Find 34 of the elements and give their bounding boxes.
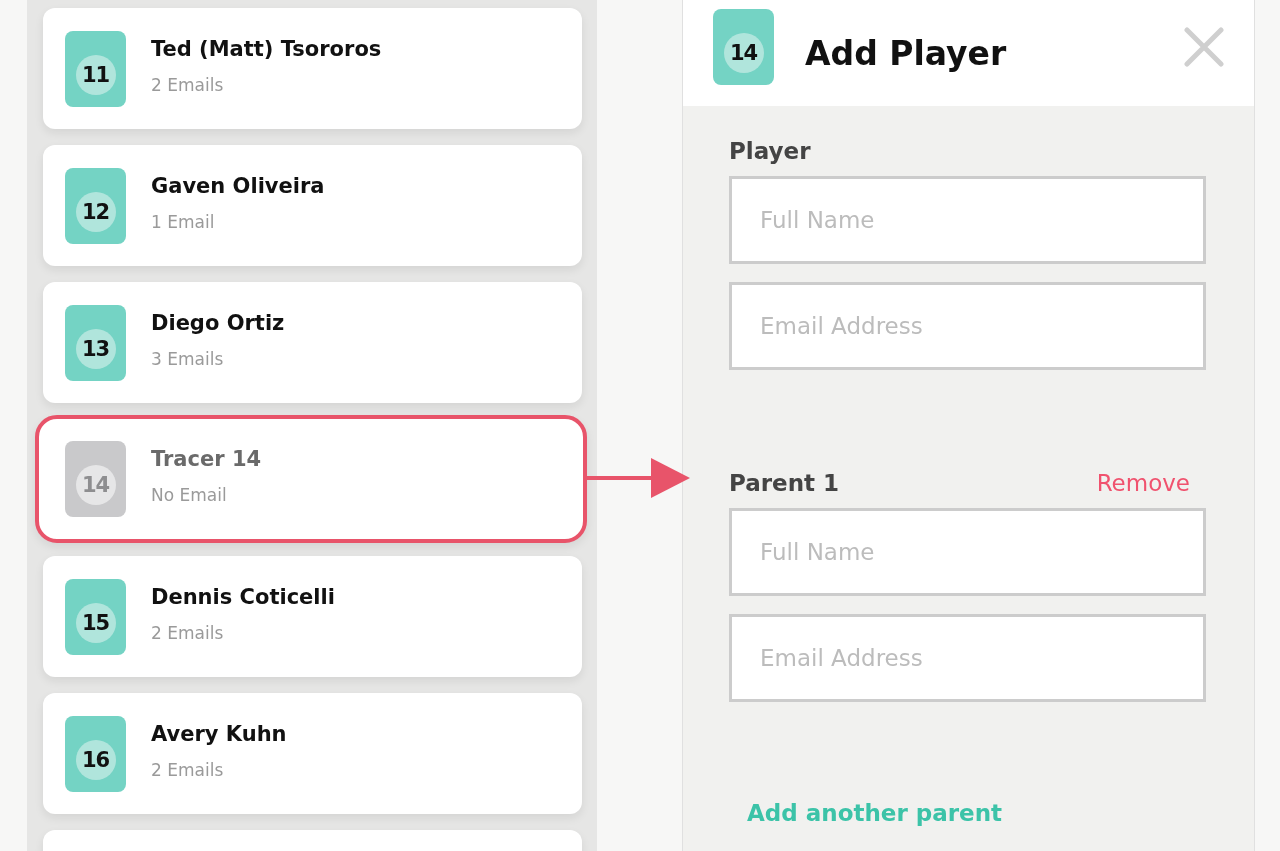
player-name: Tracer 14 xyxy=(151,447,262,471)
player-card[interactable]: 16 Avery Kuhn 2 Emails xyxy=(43,693,582,814)
email-count: 2 Emails xyxy=(151,74,225,95)
player-name: Dennis Coticelli xyxy=(151,584,335,609)
close-icon[interactable] xyxy=(1184,27,1224,67)
email-count: 2 Emails xyxy=(151,759,225,780)
jersey-number: 12 xyxy=(75,191,116,232)
jersey-number: 15 xyxy=(75,602,116,643)
panel-title: Add Player xyxy=(805,33,1008,73)
input-field[interactable]: Full Name xyxy=(729,508,1206,596)
player-name: Diego Ortiz xyxy=(151,310,285,335)
player-card[interactable]: 13 Diego Ortiz 3 Emails xyxy=(43,282,582,403)
player-card[interactable]: 11 Ted (Matt) Tsororos 2 Emails xyxy=(43,8,582,129)
email-count: No Email xyxy=(151,485,228,505)
email-count: 3 Emails xyxy=(151,348,225,369)
player-name: Ted (Matt) Tsororos xyxy=(151,36,382,61)
input-field[interactable]: Email Address xyxy=(729,282,1206,370)
email-count: 1 Email xyxy=(151,211,216,232)
player-card[interactable]: 15 Dennis Coticelli 2 Emails xyxy=(43,556,582,677)
player-name: Gaven Oliveira xyxy=(151,173,325,198)
player-card[interactable]: 12 Gaven Oliveira 1 Email xyxy=(43,145,582,266)
input-field[interactable]: Email Address xyxy=(729,614,1206,702)
jersey-number: 14 xyxy=(723,32,764,73)
player-name: Avery Kuhn xyxy=(151,721,287,746)
section-label: Parent 1 xyxy=(729,470,840,496)
input-field[interactable]: Full Name xyxy=(729,176,1206,264)
jersey-number: 16 xyxy=(75,739,116,780)
section-label: Player xyxy=(729,138,811,164)
player-card[interactable]: 14 Tracer 14 No Email xyxy=(35,415,587,543)
jersey-number: 13 xyxy=(75,328,116,369)
arrow-icon xyxy=(587,456,690,500)
email-count: 2 Emails xyxy=(151,622,225,643)
jersey-number: 14 xyxy=(75,465,116,505)
jersey-number: 11 xyxy=(75,54,116,95)
